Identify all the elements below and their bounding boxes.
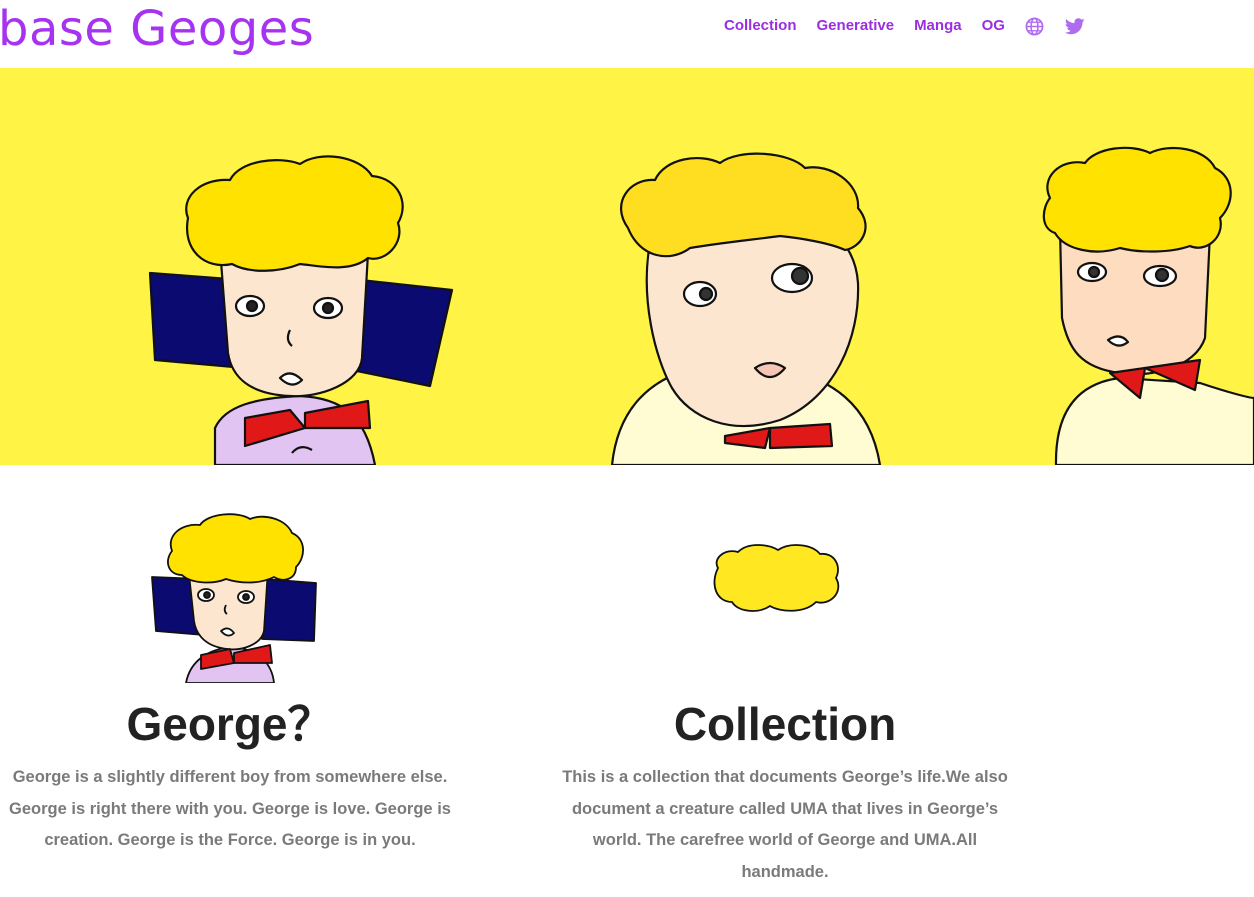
collection-description: This is a collection that documents Geor… [562,768,1008,881]
site-header: base Geoges Collection Generative Manga … [0,0,1254,68]
george-title: George？ [126,698,334,750]
nav-manga[interactable]: Manga [914,15,962,37]
twitter-icon[interactable] [1064,16,1085,36]
globe-icon[interactable] [1025,16,1045,36]
nav-collection[interactable]: Collection [724,15,797,37]
collection-section: Collection This is a collection that doc… [555,500,1015,888]
hero-illustration [148,146,1254,465]
site-logo[interactable]: base Geoges [0,0,314,60]
george-section: George？ George is a slightly different b… [0,500,460,857]
hero-banner [0,68,1254,465]
collection-title[interactable]: Collection [555,698,1015,750]
main-nav: Collection Generative Manga OG [724,15,1105,37]
nav-og[interactable]: OG [982,15,1005,37]
nav-generative[interactable]: Generative [817,15,895,37]
george-description: George is a slightly different boy from … [9,768,451,849]
